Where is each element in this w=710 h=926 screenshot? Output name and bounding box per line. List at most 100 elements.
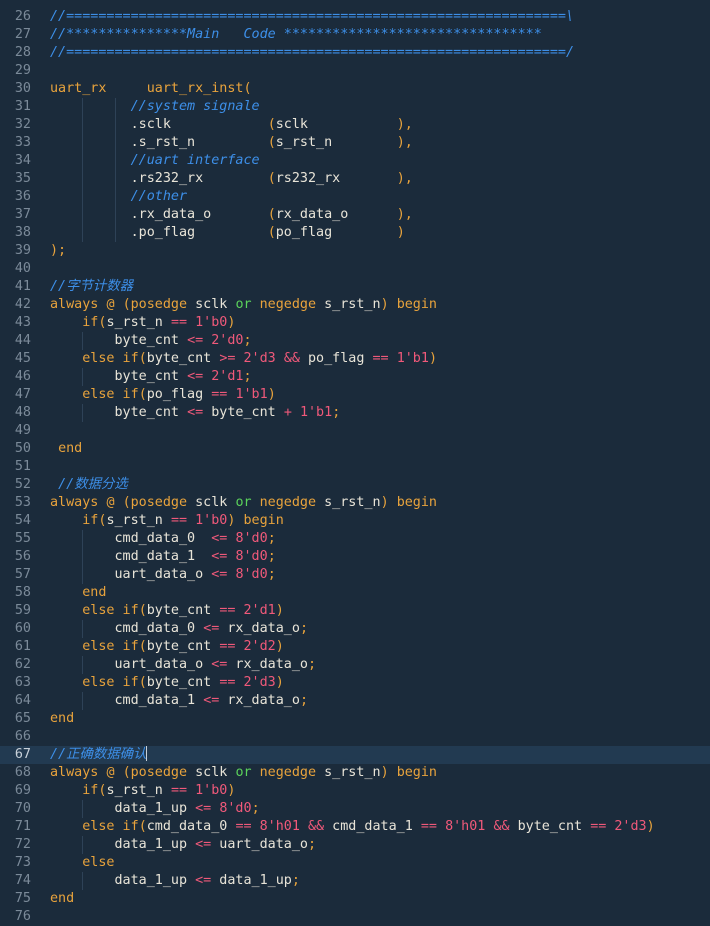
code-text[interactable]: .sclk (sclk ), [50, 116, 413, 134]
code-text[interactable]: //字节计数器 [50, 278, 133, 296]
code-text[interactable]: if(s_rst_n == 1'b0) begin [50, 512, 284, 530]
code-line[interactable]: 62 uart_data_o <= rx_data_o; [0, 656, 710, 674]
code-line[interactable]: 26 //====================================… [0, 8, 710, 26]
code-line[interactable]: 47 else if(po_flag == 1'b1) [0, 386, 710, 404]
code-text[interactable]: else if(po_flag == 1'b1) [50, 386, 276, 404]
code-text[interactable]: end [50, 584, 106, 602]
code-line[interactable]: 71 else if(cmd_data_0 == 8'h01 && cmd_da… [0, 818, 710, 836]
code-text[interactable]: //======================================… [50, 44, 574, 62]
code-line[interactable]: 69 if(s_rst_n == 1'b0) [0, 782, 710, 800]
code-text[interactable]: else [50, 854, 114, 872]
code-line[interactable]: 58 end [0, 584, 710, 602]
code-text[interactable]: cmd_data_1 <= rx_data_o; [50, 692, 308, 710]
code-text[interactable]: .rx_data_o (rx_data_o ), [50, 206, 413, 224]
code-line[interactable]: 44 byte_cnt <= 2'd0; [0, 332, 710, 350]
code-line[interactable]: 40 [0, 260, 710, 278]
code-line[interactable]: 28 //====================================… [0, 44, 710, 62]
code-line[interactable]: 52 //数据分选 [0, 476, 710, 494]
code-line[interactable]: 37 .rx_data_o (rx_data_o ), [0, 206, 710, 224]
code-line[interactable]: 57 uart_data_o <= 8'd0; [0, 566, 710, 584]
code-line[interactable]: 49 [0, 422, 710, 440]
code-line[interactable]: 68 always @ (posedge sclk or negedge s_rs… [0, 764, 710, 782]
code-text[interactable]: byte_cnt <= byte_cnt + 1'b1; [50, 404, 340, 422]
code-text[interactable]: .rs232_rx (rs232_rx ), [50, 170, 413, 188]
code-line[interactable]: 53 always @ (posedge sclk or negedge s_rs… [0, 494, 710, 512]
code-line[interactable]: 46 byte_cnt <= 2'd1; [0, 368, 710, 386]
code-text[interactable]: data_1_up <= uart_data_o; [50, 836, 316, 854]
code-line[interactable]: 50 end [0, 440, 710, 458]
code-text[interactable]: end [50, 710, 74, 728]
code-text[interactable]: uart_data_o <= 8'd0; [50, 566, 275, 584]
code-line[interactable]: 67 //正确数据确认 [0, 746, 710, 764]
code-line[interactable]: 70 data_1_up <= 8'd0; [0, 800, 710, 818]
code-text[interactable]: else if(byte_cnt == 2'd1) [50, 602, 284, 620]
code-text[interactable]: //other [50, 188, 187, 206]
code-line[interactable]: 38 .po_flag (po_flag ) [0, 224, 710, 242]
code-text[interactable]: uart_rx uart_rx_inst( [50, 80, 252, 98]
code-token: ; [332, 405, 341, 420]
code-line[interactable]: 31 //system signale [0, 98, 710, 116]
code-text[interactable]: .po_flag (po_flag ) [50, 224, 405, 242]
code-text[interactable]: data_1_up <= data_1_up; [50, 872, 299, 890]
code-text[interactable]: cmd_data_0 <= rx_data_o; [50, 620, 308, 638]
code-line[interactable]: 42 always @ (posedge sclk or negedge s_rs… [0, 296, 710, 314]
code-text[interactable]: //数据分选 [50, 476, 128, 494]
code-line[interactable]: 72 data_1_up <= uart_data_o; [0, 836, 710, 854]
code-text[interactable]: cmd_data_1 <= 8'd0; [50, 548, 275, 566]
code-text[interactable]: ); [50, 242, 66, 260]
code-line[interactable]: 45 else if(byte_cnt >= 2'd3 && po_flag =… [0, 350, 710, 368]
code-text[interactable]: end [50, 440, 82, 458]
code-line[interactable]: 64 cmd_data_1 <= rx_data_o; [0, 692, 710, 710]
code-editor[interactable]: 26 //====================================… [0, 0, 710, 924]
code-line[interactable]: 39); [0, 242, 710, 260]
code-line[interactable]: 66 [0, 728, 710, 746]
code-line[interactable]: 59 else if(byte_cnt == 2'd1) [0, 602, 710, 620]
code-text[interactable]: end [50, 890, 74, 908]
code-line[interactable]: 30 uart_rx uart_rx_inst( [0, 80, 710, 98]
code-line[interactable]: 48 byte_cnt <= byte_cnt + 1'b1; [0, 404, 710, 422]
code-line[interactable]: 63 else if(byte_cnt == 2'd3) [0, 674, 710, 692]
code-line[interactable]: 32 .sclk (sclk ), [0, 116, 710, 134]
code-text[interactable]: data_1_up <= 8'd0; [50, 800, 259, 818]
code-text[interactable]: uart_data_o <= rx_data_o; [50, 656, 316, 674]
code-text[interactable]: if(s_rst_n == 1'b0) [50, 314, 235, 332]
code-text[interactable]: //======================================… [50, 8, 574, 26]
code-line[interactable]: 51 [0, 458, 710, 476]
code-text[interactable]: byte_cnt <= 2'd0; [50, 332, 251, 350]
code-line[interactable]: 27 //***************Main Code ***********… [0, 26, 710, 44]
code-text[interactable]: else if(byte_cnt == 2'd3) [50, 674, 284, 692]
code-token: begin [243, 513, 284, 528]
code-token: uart_rx_inst( [146, 81, 252, 96]
code-line[interactable]: 76 [0, 908, 710, 926]
code-line[interactable]: 35 .rs232_rx (rs232_rx ), [0, 170, 710, 188]
code-text[interactable]: else if(byte_cnt == 2'd2) [50, 638, 284, 656]
code-line[interactable]: 34 //uart interface [0, 152, 710, 170]
code-line[interactable]: 54 if(s_rst_n == 1'b0) begin [0, 512, 710, 530]
code-text[interactable]: //***************Main Code *************… [50, 26, 542, 44]
code-text[interactable]: if(s_rst_n == 1'b0) [50, 782, 235, 800]
code-text[interactable]: //system signale [50, 98, 260, 116]
code-text[interactable]: always @ (posedge sclk or negedge s_rst_… [50, 296, 437, 314]
code-line[interactable]: 60 cmd_data_0 <= rx_data_o; [0, 620, 710, 638]
code-text[interactable]: cmd_data_0 <= 8'd0; [50, 530, 275, 548]
code-line[interactable]: 65 end [0, 710, 710, 728]
code-text[interactable]: .s_rst_n (s_rst_n ), [50, 134, 413, 152]
code-line[interactable]: 29 [0, 62, 710, 80]
code-line[interactable]: 43 if(s_rst_n == 1'b0) [0, 314, 710, 332]
code-text[interactable]: //uart interface [50, 152, 260, 170]
code-line[interactable]: 75 end [0, 890, 710, 908]
code-text[interactable]: always @ (posedge sclk or negedge s_rst_… [50, 494, 437, 512]
code-text[interactable]: else if(byte_cnt >= 2'd3 && po_flag == 1… [50, 350, 437, 368]
code-line[interactable]: 56 cmd_data_1 <= 8'd0; [0, 548, 710, 566]
code-line[interactable]: 61 else if(byte_cnt == 2'd2) [0, 638, 710, 656]
code-text[interactable]: always @ (posedge sclk or negedge s_rst_… [50, 764, 437, 782]
code-line[interactable]: 73 else [0, 854, 710, 872]
code-text[interactable]: byte_cnt <= 2'd1; [50, 368, 251, 386]
code-line[interactable]: 41 //字节计数器 [0, 278, 710, 296]
code-text[interactable]: //正确数据确认 [50, 746, 148, 764]
code-line[interactable]: 36 //other [0, 188, 710, 206]
code-text[interactable]: else if(cmd_data_0 == 8'h01 && cmd_data_… [50, 818, 654, 836]
code-line[interactable]: 74 data_1_up <= data_1_up; [0, 872, 710, 890]
code-line[interactable]: 33 .s_rst_n (s_rst_n ), [0, 134, 710, 152]
code-line[interactable]: 55 cmd_data_0 <= 8'd0; [0, 530, 710, 548]
